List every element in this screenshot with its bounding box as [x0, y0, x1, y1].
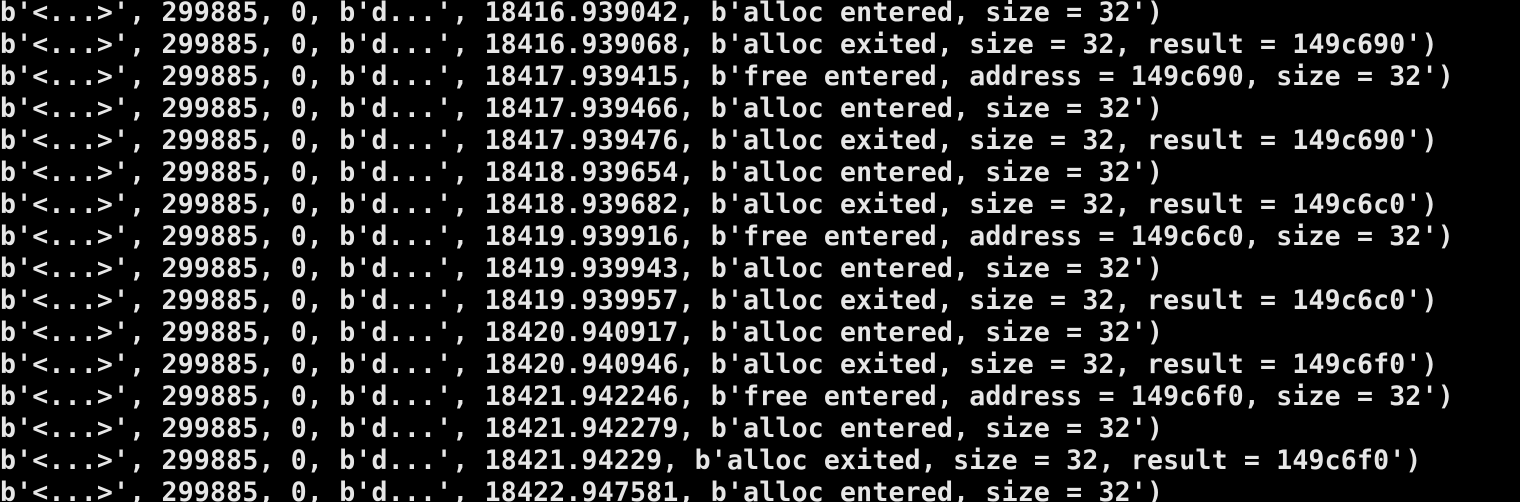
terminal-line: b'<...>', 299885, 0, b'd...', 18422.9475…	[0, 477, 1164, 502]
terminal-line: b'<...>', 299885, 0, b'd...', 18418.9396…	[0, 157, 1164, 188]
terminal-line: b'<...>', 299885, 0, b'd...', 18417.9394…	[0, 125, 1438, 156]
terminal-output: b'<...>', 299885, 0, b'd...', 18416.9390…	[0, 0, 1454, 502]
terminal-line: b'<...>', 299885, 0, b'd...', 18421.9422…	[0, 381, 1454, 412]
terminal-line: b'<...>', 299885, 0, b'd...', 18421.9422…	[0, 445, 1422, 476]
terminal-line: b'<...>', 299885, 0, b'd...', 18419.9399…	[0, 221, 1454, 252]
terminal-line: b'<...>', 299885, 0, b'd...', 18416.9390…	[0, 0, 1164, 28]
terminal-line: b'<...>', 299885, 0, b'd...', 18419.9399…	[0, 253, 1164, 284]
terminal-line: b'<...>', 299885, 0, b'd...', 18418.9396…	[0, 189, 1438, 220]
terminal-line: b'<...>', 299885, 0, b'd...', 18417.9394…	[0, 93, 1164, 124]
terminal-line: b'<...>', 299885, 0, b'd...', 18420.9409…	[0, 317, 1164, 348]
terminal-line: b'<...>', 299885, 0, b'd...', 18421.9422…	[0, 413, 1164, 444]
terminal-line: b'<...>', 299885, 0, b'd...', 18416.9390…	[0, 29, 1438, 60]
terminal-line: b'<...>', 299885, 0, b'd...', 18417.9394…	[0, 61, 1454, 92]
terminal-line: b'<...>', 299885, 0, b'd...', 18419.9399…	[0, 285, 1438, 316]
terminal-window[interactable]: b'<...>', 299885, 0, b'd...', 18416.9390…	[0, 0, 1520, 502]
terminal-line: b'<...>', 299885, 0, b'd...', 18420.9409…	[0, 349, 1438, 380]
